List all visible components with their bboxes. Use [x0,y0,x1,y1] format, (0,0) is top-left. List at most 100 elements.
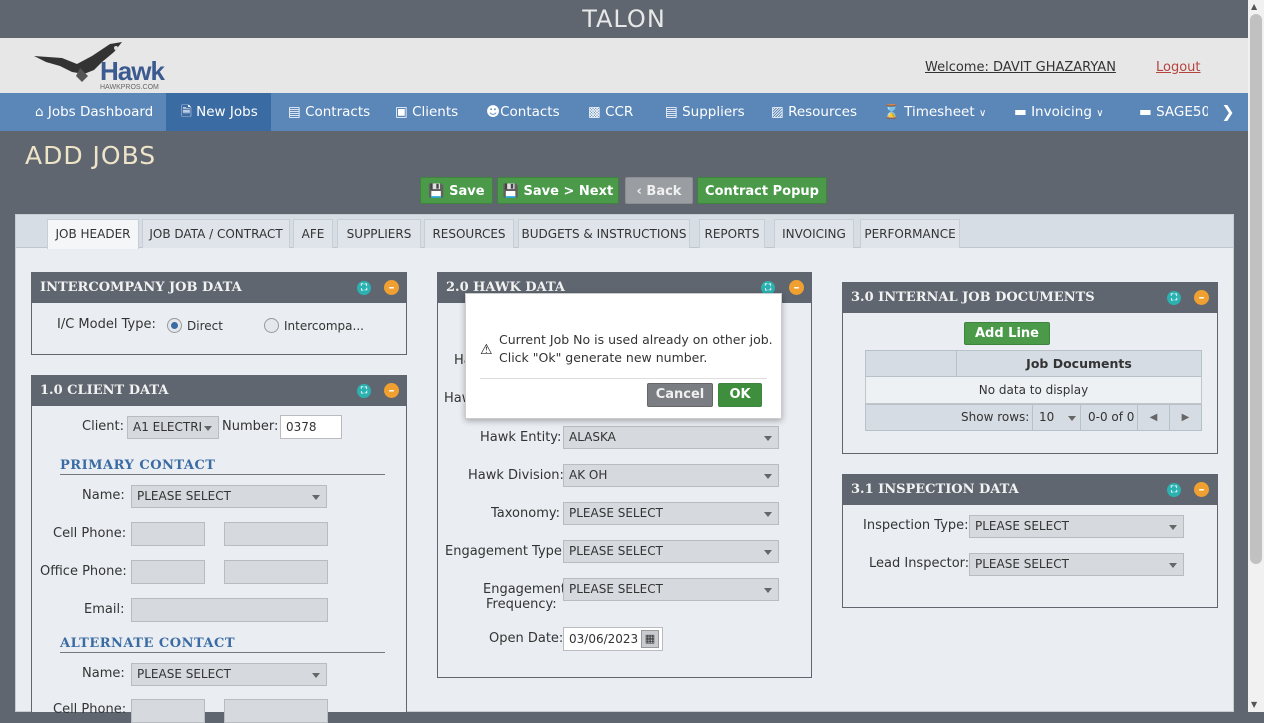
hawk-logo[interactable]: Hawk HAWKPROS.COM [32,42,172,91]
engagement-type-select[interactable]: PLEASE SELECT [563,540,779,563]
grid-empty-message: No data to display [865,377,1202,404]
taxonomy-select[interactable]: PLEASE SELECT [563,502,779,525]
briefcase-icon: ▣ [395,104,408,120]
name-label: Name: [82,488,125,503]
radio-intercompany[interactable] [264,318,279,333]
tab-bar: JOB HEADER JOB DATA / CONTRACT AFE SUPPL… [16,215,1233,249]
nav-ccr[interactable]: ▩ CCR [588,93,633,131]
client-select[interactable]: A1 ELECTRI [127,416,219,439]
main-nav: ⌂ Jobs Dashboard 🗎 New Jobs ▤ Contracts … [0,93,1248,131]
tab-budgets-instructions[interactable]: BUDGETS & INSTRUCTIONS [518,219,690,248]
nav-label: Invoicing [1031,104,1092,120]
save-label: Save [449,184,485,199]
tab-job-header[interactable]: JOB HEADER [47,219,139,249]
taxonomy-label: Taxonomy: [491,506,560,521]
minimize-icon[interactable]: – [1194,482,1209,497]
nav-clients[interactable]: ▣ Clients [395,93,458,131]
nav-label: Jobs Dashboard [47,104,154,120]
engagement-type-label: Engagement Type: [445,544,567,559]
file-icon: 🗎 [181,104,192,120]
alt-cell-phone-ext-field[interactable] [224,699,328,723]
scrollbar-thumb[interactable] [1250,14,1262,564]
expand-icon[interactable]: ⛶ [1167,483,1181,497]
tab-job-data-contract[interactable]: JOB DATA / CONTRACT [142,219,290,248]
ok-button[interactable]: OK [718,383,762,407]
panel-header: 3.0 INTERNAL JOB DOCUMENTS ⛶ – [843,283,1217,313]
minimize-icon[interactable]: – [1194,290,1209,305]
number-field[interactable]: 0378 [280,415,342,439]
nav-invoicing[interactable]: ▬ Invoicing ∨ [1014,93,1104,131]
engagement-frequency-select[interactable]: PLEASE SELECT [563,578,779,601]
minimize-icon[interactable]: – [384,383,399,398]
add-line-button[interactable]: Add Line [964,322,1050,345]
hawk-division-select[interactable]: AK OH [563,464,779,487]
cell-phone-field[interactable] [131,522,205,546]
hourglass-icon: ⌛ [883,104,900,120]
ic-model-label: I/C Model Type: [57,317,156,332]
chevron-down-icon: ∨ [978,108,987,119]
radio-direct[interactable] [167,318,182,333]
logout-link[interactable]: Logout [1156,60,1201,75]
expand-icon[interactable]: ⛶ [357,281,371,295]
tab-suppliers[interactable]: SUPPLIERS [337,219,421,248]
nav-suppliers[interactable]: ▤ Suppliers [665,93,745,131]
grid-column-header[interactable]: Job Documents [956,350,1202,377]
panel-title: INTERCOMPANY JOB DATA [40,280,242,295]
welcome-link[interactable]: Welcome: DAVIT GHAZARYAN [925,60,1116,75]
nav-sage50[interactable]: ▬ SAGE50 [1139,93,1210,131]
calendar-icon[interactable]: ▦ [641,630,659,648]
engagement-frequency-label-1: Engagement [483,582,566,597]
tab-reports[interactable]: REPORTS [699,219,765,248]
panel-header: 1.0 CLIENT DATA ⛶ – [32,376,406,406]
hawk-entity-label: Hawk Entity: [480,430,562,445]
nav-new-jobs[interactable]: 🗎 New Jobs [166,93,271,131]
scroll-up-icon[interactable]: ▲ [1251,2,1257,11]
nav-contacts[interactable]: ☻Contacts [486,93,560,131]
nav-label: Suppliers [682,104,745,120]
primary-name-select[interactable]: PLEASE SELECT [131,485,327,508]
nav-label: Resources [788,104,858,120]
back-button[interactable]: ‹ Back [625,177,693,204]
open-date-label: Open Date: [489,631,564,646]
expand-icon[interactable]: ⛶ [357,384,371,398]
alt-cell-phone-field[interactable] [131,699,205,723]
office-phone-field[interactable] [131,560,205,584]
app-title-bar: TALON [0,0,1248,38]
office-phone-ext-field[interactable] [224,560,328,584]
tab-afe[interactable]: AFE [293,219,333,248]
cell-phone-ext-field[interactable] [224,522,328,546]
scroll-down-icon[interactable]: ▼ [1251,700,1257,709]
next-page-button[interactable]: ▶ [1169,405,1201,430]
nav-scroll-right-button[interactable]: ❯ [1208,93,1248,131]
save-next-button[interactable]: 💾 Save > Next [497,177,619,204]
save-button[interactable]: 💾 Save [420,177,493,204]
minimize-icon[interactable]: – [384,280,399,295]
prev-page-button[interactable]: ◀ [1137,405,1169,430]
tab-invoicing[interactable]: INVOICING [774,219,854,248]
panel-header: 3.1 INSPECTION DATA ⛶ – [843,475,1217,505]
expand-icon[interactable]: ⛶ [1167,291,1181,305]
hawk-entity-select[interactable]: ALASKA [563,426,779,449]
alternate-name-select[interactable]: PLEASE SELECT [131,663,327,686]
chevron-left-icon: ‹ [636,184,642,199]
save-icon: 💾 [428,184,445,199]
inspection-type-select[interactable]: PLEASE SELECT [969,515,1184,538]
radio-direct-label: Direct [187,319,223,333]
minimize-icon[interactable]: – [789,280,804,295]
nav-timesheet[interactable]: ⌛ Timesheet ∨ [883,93,986,131]
tab-performance[interactable]: PERFORMANCE [860,219,960,248]
email-field[interactable] [131,598,328,622]
client-data-panel: 1.0 CLIENT DATA ⛶ – Client: A1 ELECTRI N… [31,375,407,723]
lead-inspector-select[interactable]: PLEASE SELECT [969,553,1184,576]
dialog-message-line1: Current Job No is used already on other … [499,332,773,347]
hawk-division-label: Hawk Division: [468,468,564,483]
primary-contact-title: PRIMARY CONTACT [60,458,216,473]
nav-jobs-dashboard[interactable]: ⌂ Jobs Dashboard [35,93,165,131]
header: Hawk HAWKPROS.COM Welcome: DAVIT GHAZARY… [0,38,1248,93]
inspection-type-label: Inspection Type: [863,518,969,533]
contract-popup-button[interactable]: Contract Popup [697,177,827,204]
cancel-button[interactable]: Cancel [647,383,713,407]
nav-contracts[interactable]: ▤ Contracts [288,93,370,131]
nav-resources[interactable]: ▨ Resources [771,93,857,131]
tab-resources[interactable]: RESOURCES [424,219,514,248]
